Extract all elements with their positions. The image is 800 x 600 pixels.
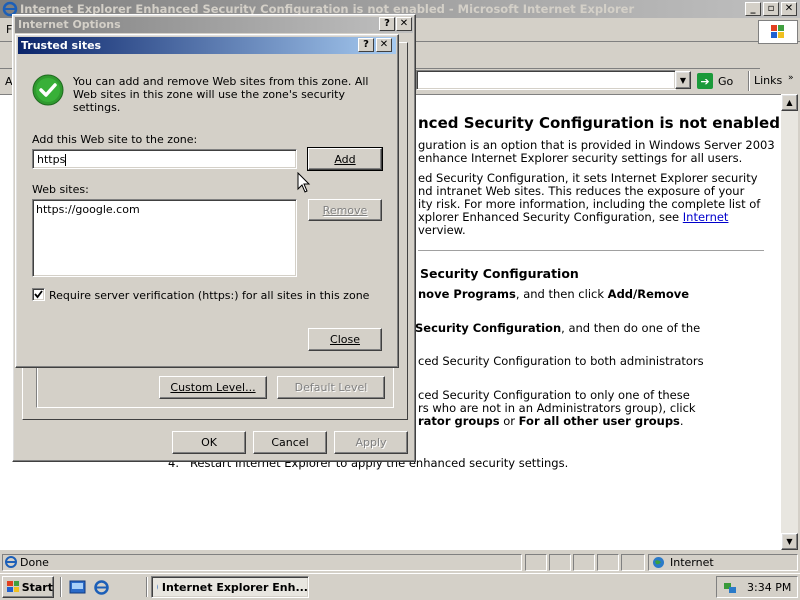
trusted-sites-close-button[interactable]: ✕ (376, 38, 392, 52)
trusted-sites-help-button[interactable]: ? (358, 38, 374, 52)
taskbar: Start Internet Explorer Enh... 3:34 PM (0, 573, 800, 600)
scroll-up-button[interactable]: ▲ (781, 94, 798, 111)
system-tray: 3:34 PM (716, 576, 798, 598)
custom-level-button[interactable]: Custom Level... (159, 376, 267, 399)
task-ie-icon (157, 584, 158, 590)
quicklaunch-divider (60, 577, 62, 597)
step3-text: ced Security Configuration to both admin… (418, 354, 704, 368)
quicklaunch-ie-icon[interactable] (93, 579, 110, 596)
add-site-label: Add this Web site to the zone: (32, 133, 198, 146)
remove-button[interactable]: Remove (308, 199, 382, 221)
page-heading: nced Security Configuration is not enabl… (418, 114, 780, 132)
website-list-item[interactable]: https://google.com (36, 203, 293, 216)
clock[interactable]: 3:34 PM (747, 581, 791, 594)
step1-text: nove Programs, and then click Add/Remove (418, 287, 690, 301)
scroll-down-button[interactable]: ▼ (781, 533, 798, 550)
require-verification-checkbox[interactable] (32, 288, 45, 301)
step4-text: ced Security Configuration to only one o… (418, 388, 696, 428)
ok-button[interactable]: OK (172, 431, 246, 454)
tasks-divider (146, 577, 148, 597)
add-site-input[interactable]: https (32, 149, 297, 169)
windows-logo-icon (758, 20, 798, 44)
internet-options-close-button[interactable]: ✕ (396, 17, 412, 31)
ie-vertical-scrollbar[interactable]: ▲ ▼ (781, 94, 798, 550)
address-dropdown-button[interactable]: ▼ (675, 71, 691, 89)
status-page-icon (4, 555, 18, 569)
show-desktop-icon[interactable] (69, 579, 86, 596)
internet-link[interactable]: Internet (683, 210, 729, 224)
status-text: Done (20, 556, 49, 569)
go-button[interactable]: ➔ Go (697, 71, 741, 91)
trusted-sites-info-text: You can add and remove Web sites from th… (73, 75, 369, 114)
zone-text: Internet (670, 556, 714, 569)
step2-text: Security Configuration, and then do one … (415, 321, 701, 335)
trusted-sites-title: Trusted sites (21, 39, 102, 52)
checkmark-icon (32, 74, 64, 106)
start-button[interactable]: Start (2, 576, 54, 598)
check-icon (34, 290, 43, 299)
ie-restore-button[interactable]: ▫ (763, 2, 779, 16)
default-level-button[interactable]: Default Level (277, 376, 385, 399)
address-input[interactable] (416, 70, 676, 90)
require-verification-label[interactable]: Require server verification (https:) for… (49, 289, 369, 302)
internet-zone-icon (652, 556, 665, 569)
internet-options-help-button[interactable]: ? (379, 17, 395, 31)
links-chevron-icon: » (788, 73, 794, 83)
start-windows-icon (7, 581, 19, 592)
network-tray-icon[interactable] (722, 580, 738, 596)
add-button[interactable]: Add (307, 147, 383, 171)
ie-minimize-button[interactable]: _ (745, 2, 761, 16)
links-divider (748, 71, 750, 91)
cancel-button[interactable]: Cancel (253, 431, 327, 454)
go-arrow-icon: ➔ (697, 73, 713, 89)
internet-options-title: Internet Options (18, 18, 121, 31)
page-divider (418, 250, 764, 251)
ie-statusbar: Done Internet (0, 553, 800, 572)
ie-close-button[interactable]: ✕ (781, 2, 797, 16)
taskbar-ie-task[interactable]: Internet Explorer Enh... (151, 576, 309, 598)
apply-button[interactable]: Apply (334, 431, 408, 454)
websites-label: Web sites: (32, 183, 89, 196)
page-para2: ed Security Configuration, it sets Inter… (418, 171, 761, 237)
internet-options-titlebar[interactable]: Internet Options (15, 17, 413, 33)
trusted-sites-titlebar[interactable]: Trusted sites (18, 37, 396, 54)
websites-list[interactable]: https://google.com (32, 199, 297, 277)
section-heading: Security Configuration (420, 266, 579, 281)
mouse-cursor-icon (297, 171, 311, 194)
close-button[interactable]: Close (308, 328, 382, 351)
page-para1: guration is an option that is provided i… (418, 138, 775, 165)
links-button[interactable]: Links (754, 74, 782, 87)
